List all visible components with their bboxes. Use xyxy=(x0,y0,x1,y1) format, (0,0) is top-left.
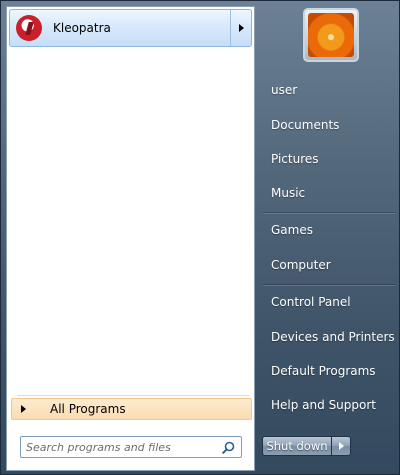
pinned-program-kleopatra[interactable]: Kleopatra xyxy=(9,9,252,47)
pinned-program-label: Kleopatra xyxy=(53,21,111,35)
right-link-games[interactable]: Games xyxy=(271,223,313,237)
right-link-help-and-support[interactable]: Help and Support xyxy=(271,398,376,412)
right-link-music[interactable]: Music xyxy=(271,186,305,200)
right-separator xyxy=(263,212,395,213)
kleopatra-app-icon xyxy=(16,15,42,41)
chevron-right-icon xyxy=(238,24,244,32)
right-link-devices-and-printers[interactable]: Devices and Printers xyxy=(271,330,395,344)
right-link-user[interactable]: user xyxy=(271,83,297,97)
start-menu: Kleopatra All Programs user Documents Pi… xyxy=(0,0,400,475)
jump-list-arrow-button[interactable] xyxy=(230,10,251,46)
right-link-control-panel[interactable]: Control Panel xyxy=(271,295,351,309)
search-box[interactable] xyxy=(20,436,242,458)
right-link-documents[interactable]: Documents xyxy=(271,118,339,132)
right-link-pictures[interactable]: Pictures xyxy=(271,152,319,166)
programs-pane: Kleopatra All Programs xyxy=(6,6,255,471)
all-programs-label: All Programs xyxy=(50,402,126,416)
right-link-computer[interactable]: Computer xyxy=(271,258,331,272)
user-picture-flower xyxy=(308,13,354,57)
shutdown-group: Shut down xyxy=(262,436,354,456)
programs-separator xyxy=(17,395,249,396)
chevron-right-icon xyxy=(21,405,26,413)
all-programs-button[interactable]: All Programs xyxy=(11,398,252,420)
right-separator xyxy=(263,284,395,285)
user-picture[interactable] xyxy=(303,8,359,62)
search-input[interactable] xyxy=(26,440,216,454)
right-link-default-programs[interactable]: Default Programs xyxy=(271,364,376,378)
shutdown-button[interactable]: Shut down xyxy=(262,436,332,456)
shutdown-options-button[interactable] xyxy=(332,436,351,456)
chevron-right-icon xyxy=(338,442,344,450)
search-icon[interactable] xyxy=(222,441,235,454)
